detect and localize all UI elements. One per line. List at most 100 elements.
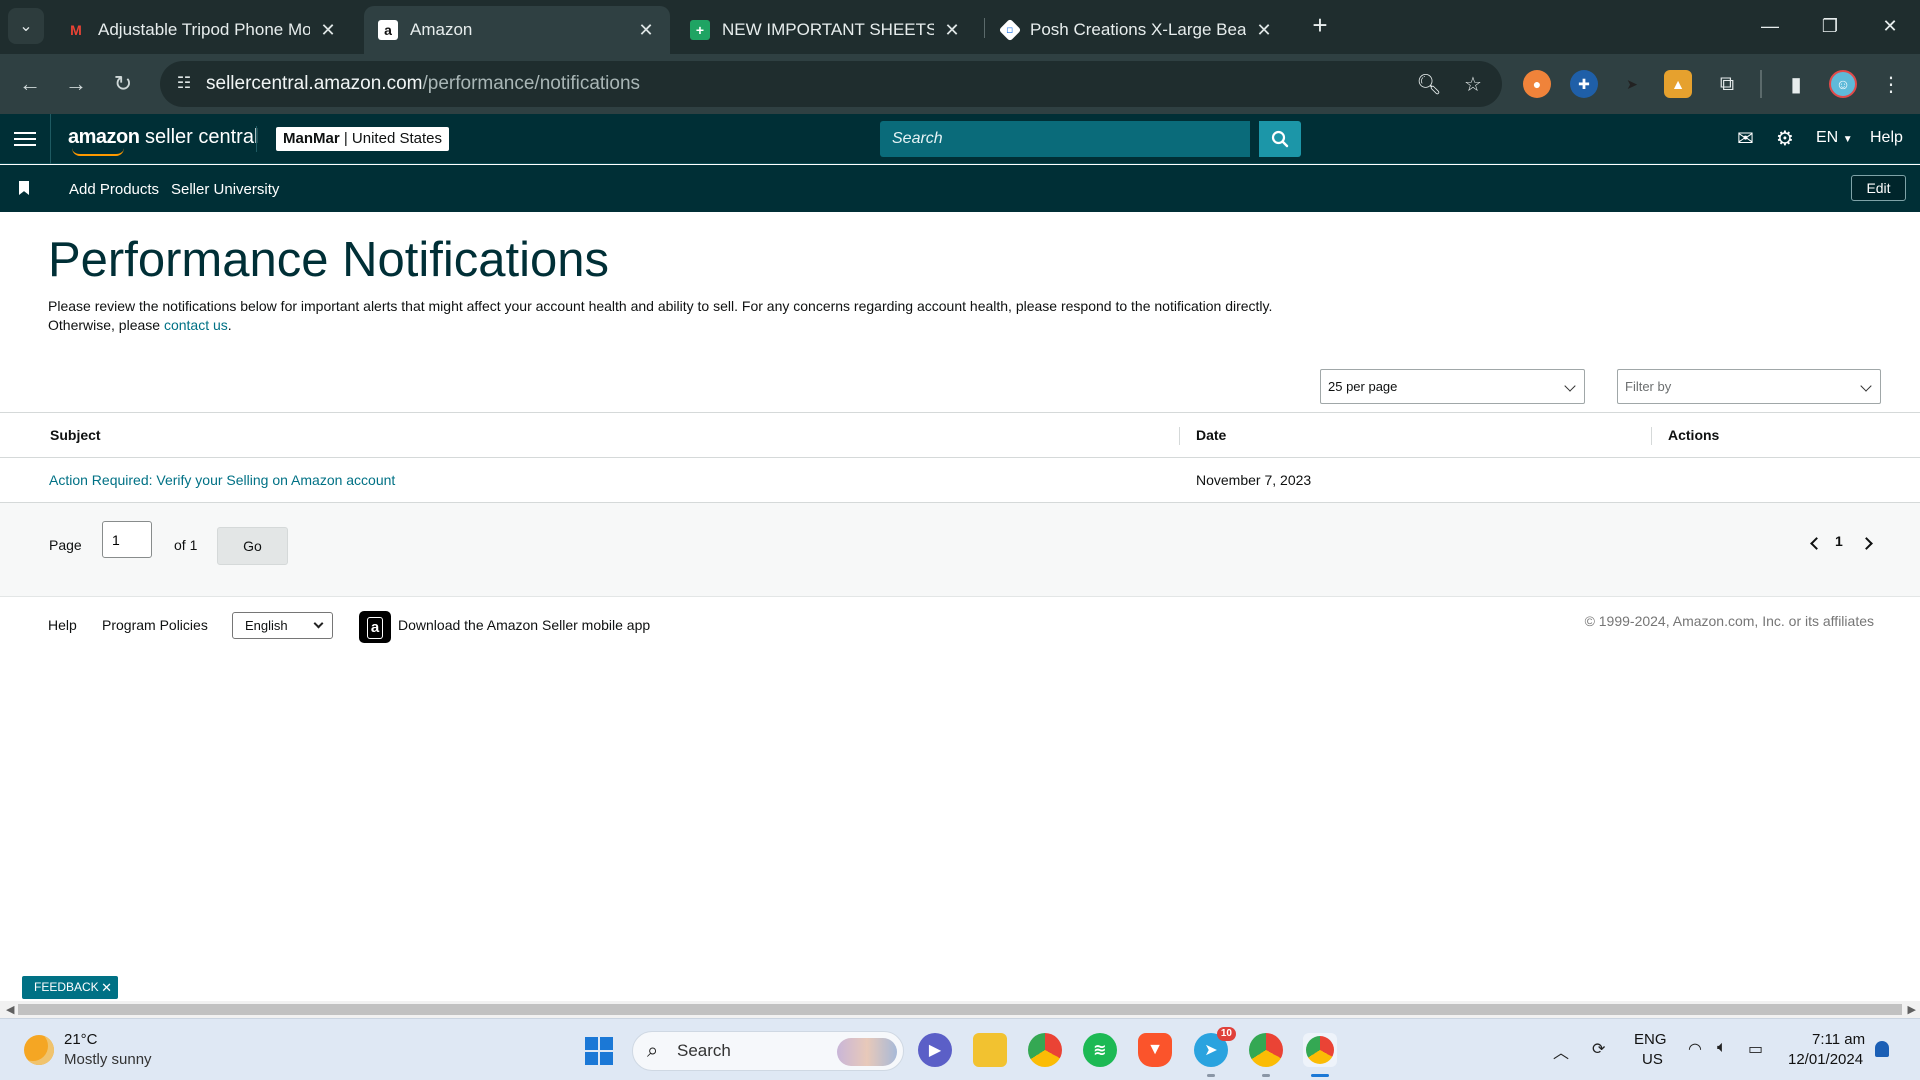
- pagination-bar: Page of 1 Go 1: [0, 503, 1920, 597]
- clock-date[interactable]: 12/01/2024: [1788, 1051, 1863, 1068]
- footer-language-select[interactable]: English: [232, 612, 333, 639]
- contact-us-link[interactable]: contact us: [164, 317, 228, 333]
- extensions-puzzle-icon[interactable]: ⧉: [1713, 70, 1741, 98]
- column-subject[interactable]: Subject: [50, 427, 101, 443]
- next-page-icon[interactable]: [1860, 537, 1873, 550]
- weather-icon[interactable]: [24, 1035, 54, 1065]
- browser-tab[interactable]: ◇ Posh Creations X-Large Bean Ba ✕: [988, 6, 1288, 54]
- intro-line: Please review the notifications below fo…: [48, 298, 1273, 314]
- column-divider: [1651, 427, 1652, 445]
- scroll-left-icon[interactable]: ◀: [6, 1003, 14, 1016]
- browser-tab[interactable]: M Adjustable Tripod Phone Mount ✕: [52, 6, 352, 54]
- amazon-app-icon[interactable]: a: [359, 611, 391, 643]
- browser-tab-active[interactable]: a Amazon ✕: [364, 6, 670, 54]
- diamond-icon: ◇: [998, 18, 1022, 42]
- notification-subject-link[interactable]: Action Required: Verify your Selling on …: [49, 472, 395, 488]
- seller-central-logo[interactable]: amazon seller central: [68, 126, 258, 156]
- scroll-right-icon[interactable]: ▶: [1908, 1003, 1916, 1016]
- help-link[interactable]: Help: [1870, 129, 1903, 147]
- more-menu-icon[interactable]: ⋮: [1877, 70, 1905, 98]
- per-page-select[interactable]: 25 per page: [1320, 369, 1585, 404]
- browser-tab[interactable]: + NEW IMPORTANT SHEETS | Cyr ✕: [676, 6, 976, 54]
- prev-page-icon[interactable]: [1810, 537, 1823, 550]
- new-tab-button[interactable]: +: [1306, 12, 1334, 40]
- telegram-icon[interactable]: ➤ 10: [1194, 1027, 1236, 1067]
- bookmark-bar: Add Products Seller University Edit: [0, 165, 1920, 212]
- extension-icon[interactable]: ●: [1523, 70, 1551, 98]
- minimize-icon[interactable]: —: [1750, 10, 1790, 42]
- url-text[interactable]: sellercentral.amazon.com/performance/not…: [206, 73, 640, 95]
- scrollbar-thumb[interactable]: [18, 1004, 1902, 1015]
- seller-search-box[interactable]: [880, 121, 1250, 157]
- tab-separator: [984, 18, 985, 38]
- show-hidden-icons-chevron[interactable]: ︿: [1553, 1039, 1569, 1063]
- running-indicator: [1262, 1074, 1270, 1077]
- input-region[interactable]: US: [1642, 1051, 1663, 1068]
- gear-icon[interactable]: ⚙: [1776, 126, 1794, 151]
- footer-help-link[interactable]: Help: [48, 617, 77, 633]
- sync-icon[interactable]: ⟳: [1592, 1039, 1605, 1059]
- close-window-icon[interactable]: ✕: [1870, 10, 1910, 42]
- column-date[interactable]: Date: [1196, 427, 1226, 443]
- taskbar-search[interactable]: ⌕ Search: [632, 1031, 904, 1071]
- filter-select[interactable]: Filter by: [1617, 369, 1881, 404]
- extension-icon[interactable]: ➤: [1618, 70, 1646, 98]
- chrome-profile-icon[interactable]: [1249, 1033, 1283, 1067]
- wifi-icon[interactable]: ◠: [1688, 1039, 1702, 1059]
- gmail-icon: M: [70, 22, 82, 38]
- tab-search-button[interactable]: ⌄: [8, 8, 44, 44]
- close-icon[interactable]: ✕: [101, 976, 112, 999]
- side-panel-icon[interactable]: ▮: [1782, 70, 1810, 98]
- bookmark-icon[interactable]: [19, 181, 29, 195]
- nav-add-products[interactable]: Add Products: [69, 181, 159, 198]
- spotify-icon[interactable]: ≋: [1083, 1033, 1117, 1067]
- restore-icon[interactable]: ❐: [1810, 10, 1850, 42]
- input-language[interactable]: ENG: [1634, 1031, 1667, 1048]
- language-menu[interactable]: EN ▼: [1816, 129, 1853, 147]
- page-number-input[interactable]: [102, 521, 152, 558]
- search-input[interactable]: [880, 121, 1250, 157]
- reload-icon[interactable]: ↻: [107, 68, 139, 100]
- clock-time[interactable]: 7:11 am: [1812, 1031, 1865, 1048]
- download-app-link[interactable]: Download the Amazon Seller mobile app: [398, 617, 650, 633]
- file-explorer-icon[interactable]: [973, 1033, 1007, 1067]
- teams-chat-icon[interactable]: ▶: [918, 1033, 952, 1067]
- edit-button[interactable]: Edit: [1851, 175, 1906, 201]
- extension-icon[interactable]: ▲: [1664, 70, 1692, 98]
- site-info-icon[interactable]: ☷: [172, 72, 196, 96]
- mail-icon[interactable]: ✉: [1737, 126, 1754, 151]
- battery-icon[interactable]: ▭: [1748, 1039, 1763, 1059]
- volume-icon[interactable]: 🔈︎: [1717, 1039, 1727, 1057]
- chrome-active-icon[interactable]: [1303, 1033, 1337, 1067]
- address-bar[interactable]: ☷ sellercentral.amazon.com/performance/n…: [160, 61, 1502, 107]
- close-icon[interactable]: ✕: [942, 20, 962, 41]
- profile-avatar[interactable]: ☺: [1829, 70, 1857, 98]
- amazon-smile-icon: [72, 148, 124, 156]
- zoom-icon[interactable]: 🔍︎: [1416, 72, 1442, 98]
- bookmark-star-icon[interactable]: ☆: [1460, 72, 1486, 98]
- close-icon[interactable]: ✕: [1254, 20, 1274, 41]
- search-icon: ⌕: [647, 1040, 659, 1062]
- current-page[interactable]: 1: [1835, 533, 1843, 549]
- go-button[interactable]: Go: [217, 527, 288, 565]
- forward-icon[interactable]: →: [60, 68, 92, 100]
- notification-bell-icon[interactable]: [1875, 1041, 1889, 1057]
- account-switcher[interactable]: ManMar | United States: [276, 127, 449, 151]
- search-button[interactable]: [1259, 121, 1301, 157]
- header-divider: [50, 114, 51, 164]
- feedback-button[interactable]: FEEDBACK ✕: [22, 976, 118, 999]
- nav-seller-university[interactable]: Seller University: [171, 181, 279, 198]
- horizontal-scrollbar[interactable]: ◀ ▶: [0, 1001, 1920, 1018]
- close-icon[interactable]: ✕: [318, 20, 338, 41]
- logo-amazon-text: amazon: [68, 126, 140, 148]
- back-icon[interactable]: ←: [14, 68, 46, 100]
- chrome-icon[interactable]: [1028, 1033, 1062, 1067]
- program-policies-link[interactable]: Program Policies: [102, 617, 208, 633]
- extension-icon[interactable]: ✚: [1570, 70, 1598, 98]
- windows-start-icon[interactable]: [585, 1037, 613, 1065]
- search-highlight-image: [837, 1038, 897, 1066]
- feedback-label: FEEDBACK: [34, 980, 99, 994]
- brave-icon[interactable]: ▼: [1138, 1033, 1172, 1067]
- close-icon[interactable]: ✕: [636, 20, 656, 41]
- hamburger-menu-icon[interactable]: [14, 128, 36, 150]
